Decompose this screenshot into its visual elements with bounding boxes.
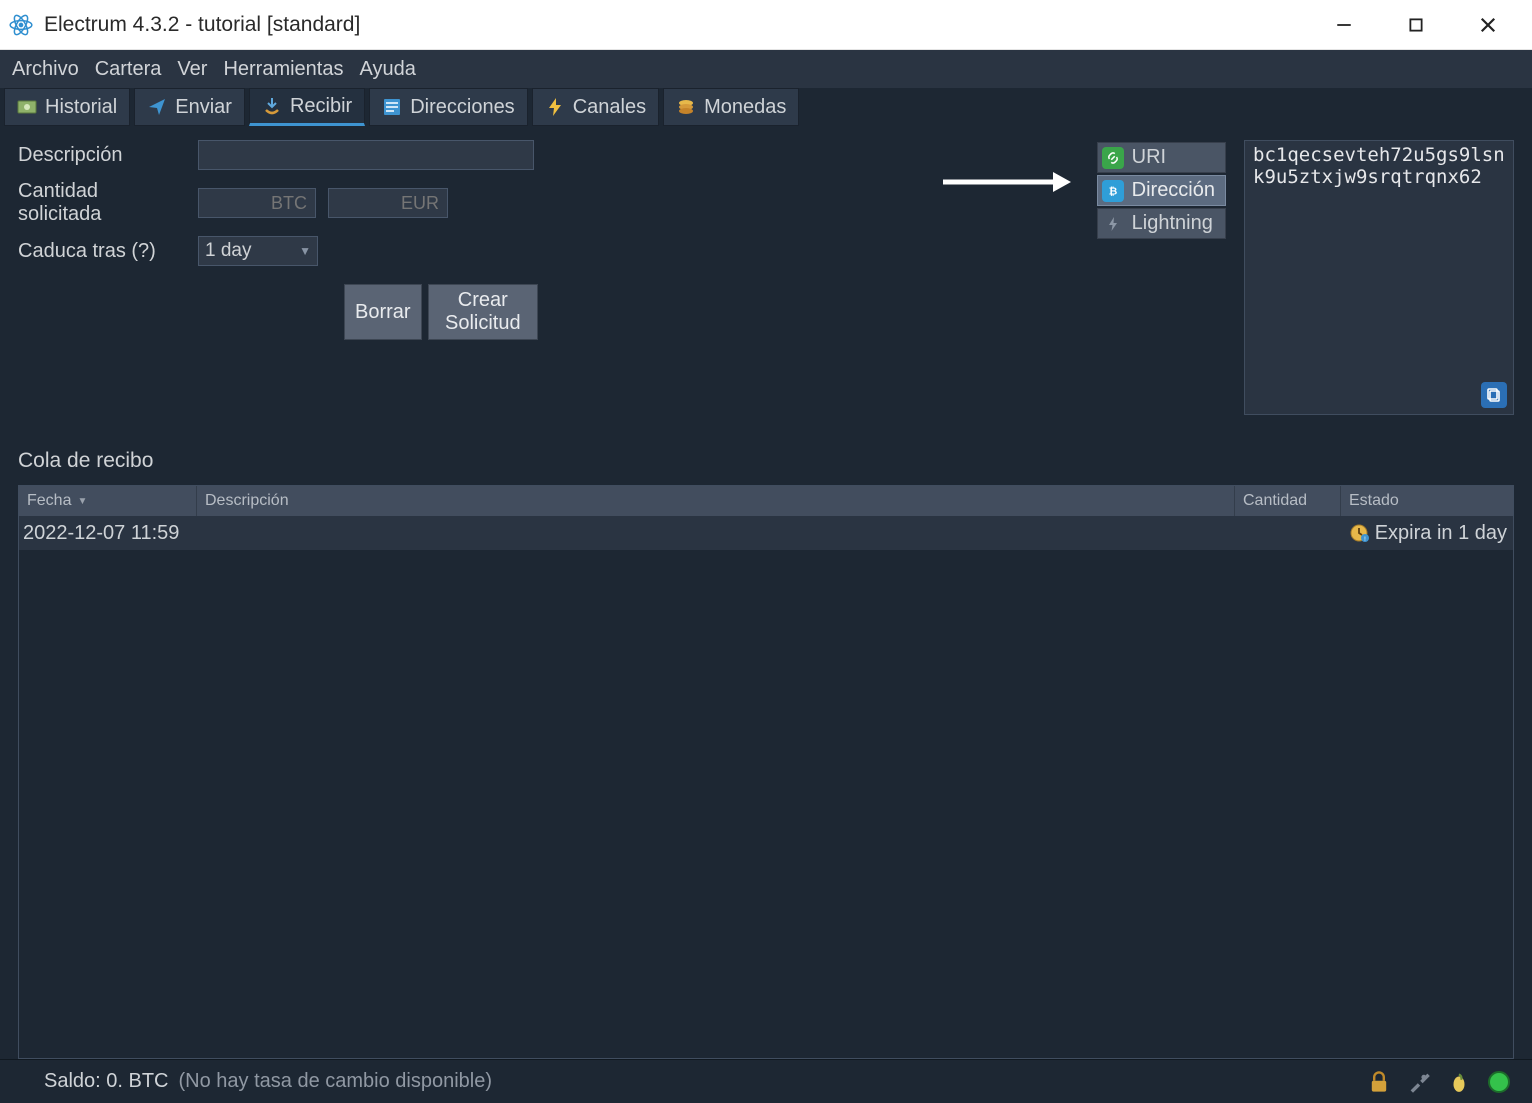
seed-icon[interactable] — [1446, 1069, 1472, 1095]
queue-header-date[interactable]: Fecha ▼ — [19, 486, 197, 516]
network-status-icon[interactable] — [1486, 1069, 1512, 1095]
menu-file[interactable]: Archivo — [6, 55, 85, 84]
queue-cell-status: ! Expira in 1 day — [1341, 522, 1513, 545]
statusbar: Saldo: 0. BTC (No hay tasa de cambio dis… — [0, 1059, 1532, 1103]
menubar: Archivo Cartera Ver Herramientas Ayuda — [0, 50, 1532, 88]
toggle-label: Dirección — [1132, 179, 1215, 202]
minimize-button[interactable] — [1308, 0, 1380, 49]
copy-button[interactable] — [1481, 382, 1507, 408]
tab-addresses[interactable]: Direcciones — [369, 88, 527, 126]
maximize-button[interactable] — [1380, 0, 1452, 49]
sort-desc-icon: ▼ — [77, 496, 87, 507]
menu-tools[interactable]: Herramientas — [217, 55, 349, 84]
tab-channels[interactable]: Canales — [532, 88, 659, 126]
window-controls — [1308, 0, 1524, 49]
tab-label: Monedas — [704, 96, 786, 119]
clear-button[interactable]: Borrar — [344, 284, 422, 340]
menu-view[interactable]: Ver — [171, 55, 213, 84]
bitcoin-icon: ₿ — [1102, 180, 1124, 202]
expiry-select[interactable]: 1 day ▼ — [198, 236, 318, 266]
amount-btc-input[interactable] — [198, 188, 316, 218]
lightning-icon — [1102, 213, 1124, 235]
expiry-value: 1 day — [205, 240, 251, 262]
close-button[interactable] — [1452, 0, 1524, 49]
amount-label: Cantidad solicitada — [18, 180, 186, 226]
receive-icon — [262, 96, 282, 116]
lock-icon[interactable] — [1366, 1069, 1392, 1095]
address-text: bc1qecsevteh72u5gs9lsnk9u5ztxjw9srqtrqnx… — [1253, 144, 1505, 188]
toggle-label: Lightning — [1132, 212, 1213, 235]
queue-header-status[interactable]: Estado — [1341, 486, 1513, 516]
connection-led — [1488, 1071, 1510, 1093]
queue-status-text: Expira in 1 day — [1375, 522, 1507, 545]
status-icons — [1366, 1069, 1512, 1095]
tab-label: Canales — [573, 96, 646, 119]
description-label: Descripción — [18, 144, 186, 167]
pending-clock-icon: ! — [1349, 523, 1369, 543]
window-title: Electrum 4.3.2 - tutorial [standard] — [44, 13, 360, 37]
queue-body: 2022-12-07 11:59 ! Expira in 1 day — [19, 516, 1513, 1058]
menu-help[interactable]: Ayuda — [353, 55, 421, 84]
toggle-lightning-button[interactable]: Lightning — [1097, 208, 1226, 239]
queue-header: Fecha ▼ Descripción Cantidad Estado — [19, 486, 1513, 516]
description-input[interactable] — [198, 140, 534, 170]
tab-history[interactable]: Historial — [4, 88, 130, 126]
coins-icon — [676, 97, 696, 117]
tab-label: Direcciones — [410, 96, 514, 119]
electrum-app-icon — [8, 12, 34, 38]
menu-wallet[interactable]: Cartera — [89, 55, 168, 84]
balance-label: Saldo: 0. BTC — [44, 1070, 169, 1093]
queue-header-description[interactable]: Descripción — [197, 486, 1235, 516]
tabbar: Historial Enviar Recibir Direcciones Can… — [0, 88, 1532, 126]
chevron-down-icon: ▼ — [299, 244, 311, 258]
queue-header-amount[interactable]: Cantidad — [1235, 486, 1341, 516]
titlebar: Electrum 4.3.2 - tutorial [standard] — [0, 0, 1532, 50]
toggle-label: URI — [1132, 146, 1166, 169]
main-content: Descripción Cantidad solicitada Caduca t… — [0, 126, 1532, 1059]
queue-row[interactable]: 2022-12-07 11:59 ! Expira in 1 day — [19, 516, 1513, 550]
tools-icon[interactable] — [1406, 1069, 1432, 1095]
tab-coins[interactable]: Monedas — [663, 88, 799, 126]
annotation-arrow — [556, 140, 1079, 415]
tab-send[interactable]: Enviar — [134, 88, 245, 126]
receive-display-toggle: URI ₿ Dirección Lightning — [1097, 142, 1226, 415]
link-icon — [1102, 147, 1124, 169]
addresses-icon — [382, 97, 402, 117]
svg-text:₿: ₿ — [1108, 185, 1117, 197]
queue-title: Cola de recibo — [18, 449, 1514, 473]
tab-label: Recibir — [290, 95, 352, 118]
address-display[interactable]: bc1qecsevteh72u5gs9lsnk9u5ztxjw9srqtrqnx… — [1244, 140, 1514, 415]
history-icon — [17, 97, 37, 117]
expiry-label: Caduca tras (?) — [18, 240, 186, 263]
send-icon — [147, 97, 167, 117]
lightning-icon — [545, 97, 565, 117]
amount-fiat-input[interactable] — [328, 188, 448, 218]
queue-cell-date: 2022-12-07 11:59 — [19, 522, 197, 545]
receive-panel: Descripción Cantidad solicitada Caduca t… — [18, 140, 1514, 415]
tab-receive[interactable]: Recibir — [249, 88, 365, 126]
toggle-uri-button[interactable]: URI — [1097, 142, 1226, 173]
toggle-address-button[interactable]: ₿ Dirección — [1097, 175, 1226, 206]
tab-label: Historial — [45, 96, 117, 119]
exchange-rate-label: (No hay tasa de cambio disponible) — [179, 1070, 493, 1093]
receive-form: Descripción Cantidad solicitada Caduca t… — [18, 140, 538, 415]
tab-label: Enviar — [175, 96, 232, 119]
create-request-button[interactable]: Crear Solicitud — [428, 284, 538, 340]
receive-queue-table: Fecha ▼ Descripción Cantidad Estado 2022… — [18, 485, 1514, 1059]
